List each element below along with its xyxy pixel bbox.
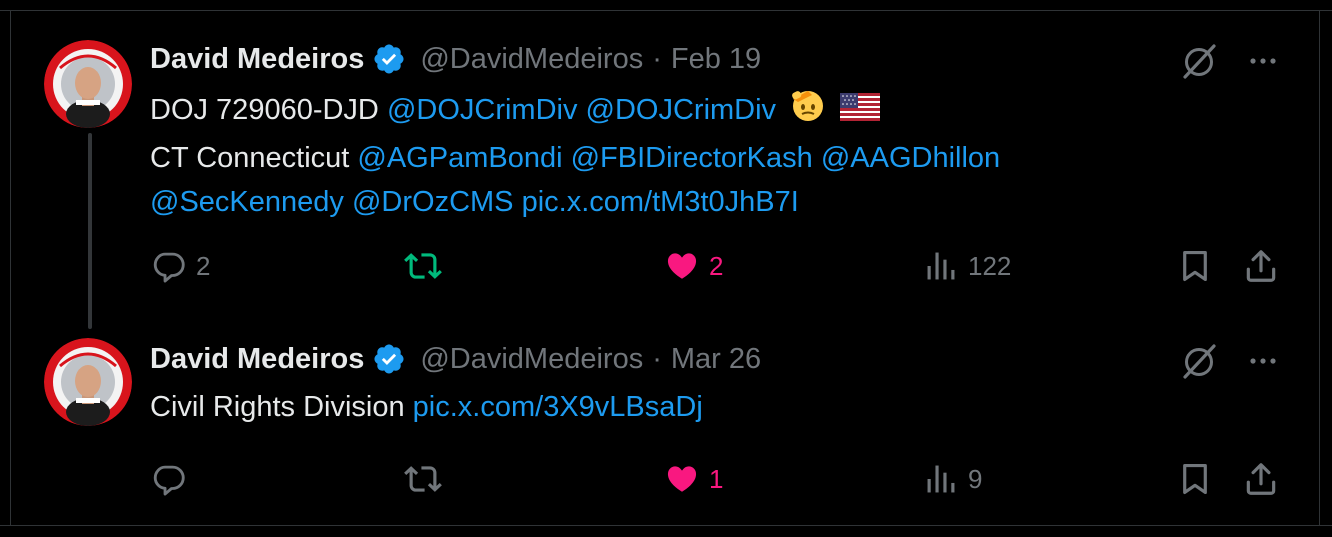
verified-badge-icon[interactable] xyxy=(372,42,406,76)
reply-icon xyxy=(150,247,188,285)
tweet-text: DOJ 729060-DJD @DOJCrimDiv @DOJCrimDiv C… xyxy=(150,87,1270,224)
share-button[interactable] xyxy=(1242,459,1280,499)
border-right xyxy=(1319,10,1320,526)
repost-button[interactable] xyxy=(404,246,450,286)
us-flag-emoji xyxy=(840,90,881,134)
action-bar: 1 9 xyxy=(150,459,1276,499)
text-segment xyxy=(577,94,585,126)
text-segment xyxy=(344,186,352,218)
author-name[interactable]: David Medeiros xyxy=(150,43,364,76)
reply-icon xyxy=(150,460,188,498)
reply-button[interactable]: 2 xyxy=(150,246,210,286)
text-segment: Civil Rights Division xyxy=(150,391,413,423)
views-count: 9 xyxy=(968,463,983,494)
mention-link[interactable]: @DOJCrimDiv xyxy=(387,94,578,126)
mention-link[interactable]: @FBIDirectorKash xyxy=(571,142,813,174)
timestamp[interactable]: Feb 19 xyxy=(671,43,761,76)
text-segment: DOJ 729060-DJD xyxy=(150,94,387,127)
repost-icon xyxy=(404,460,442,498)
bookmark-icon xyxy=(1176,247,1214,285)
media-link[interactable]: pic.x.com/tM3t0JhB7I xyxy=(522,186,799,218)
tweet-line: @SecKennedy @DrOzCMS pic.x.com/tM3t0JhB7… xyxy=(150,180,1270,224)
views-icon xyxy=(922,247,960,285)
views-icon xyxy=(922,460,960,498)
like-button[interactable]: 1 xyxy=(663,459,723,499)
repost-button[interactable] xyxy=(404,459,450,499)
share-button[interactable] xyxy=(1242,246,1280,286)
thread-connector xyxy=(88,133,92,329)
mention-link[interactable]: @AGPamBondi xyxy=(357,142,562,174)
like-icon xyxy=(663,247,701,285)
share-icon xyxy=(1242,460,1280,498)
text-segment xyxy=(563,142,571,174)
avatar[interactable] xyxy=(44,40,132,128)
bookmark-icon xyxy=(1176,460,1214,498)
action-bar: 2 2 122 xyxy=(150,246,1276,286)
media-link[interactable]: pic.x.com/3X9vLBsaDj xyxy=(413,391,703,423)
border-bottom xyxy=(0,525,1332,526)
views-button[interactable]: 122 xyxy=(922,246,1011,286)
tweet-text: Civil Rights Division pic.x.com/3X9vLBsa… xyxy=(150,385,1270,429)
views-button[interactable]: 9 xyxy=(922,459,982,499)
author-handle[interactable]: @DavidMedeiros xyxy=(420,43,643,76)
bookmark-button[interactable] xyxy=(1176,459,1214,499)
author-name[interactable]: David Medeiros xyxy=(150,343,364,376)
more-icon[interactable] xyxy=(1245,43,1281,79)
like-count: 2 xyxy=(709,250,724,281)
tweet-line: Civil Rights Division pic.x.com/3X9vLBsa… xyxy=(150,385,1270,429)
timestamp[interactable]: Mar 26 xyxy=(671,343,761,376)
bookmark-button[interactable] xyxy=(1176,246,1214,286)
separator: · xyxy=(652,342,662,375)
author-handle[interactable]: @DavidMedeiros xyxy=(420,343,643,376)
text-segment xyxy=(813,142,821,174)
text-segment: CT Connecticut xyxy=(150,142,358,174)
mention-link[interactable]: @SecKennedy xyxy=(150,186,344,218)
text-segment xyxy=(514,186,522,218)
reply-count: 2 xyxy=(196,250,211,281)
reply-button[interactable] xyxy=(150,459,196,499)
verified-badge-icon[interactable] xyxy=(372,342,406,376)
mention-link[interactable]: @DOJCrimDiv xyxy=(586,94,777,126)
like-icon xyxy=(663,460,701,498)
tweet[interactable]: David Medeiros @DavidMedeiros · Feb 19 D… xyxy=(11,11,1319,329)
avatar[interactable] xyxy=(44,338,132,426)
tweet[interactable]: David Medeiros @DavidMedeiros · Mar 26 C… xyxy=(11,329,1319,525)
like-button[interactable]: 2 xyxy=(663,246,723,286)
repost-icon xyxy=(404,247,442,285)
separator: · xyxy=(652,42,662,75)
grok-icon[interactable] xyxy=(1179,341,1219,381)
mention-link[interactable]: @AAGDhillon xyxy=(821,142,1000,174)
more-icon[interactable] xyxy=(1245,343,1281,379)
views-count: 122 xyxy=(968,250,1012,281)
share-icon xyxy=(1242,247,1280,285)
mention-link[interactable]: @DrOzCMS xyxy=(352,186,514,218)
saluting-face-emoji xyxy=(790,87,826,136)
like-count: 1 xyxy=(709,463,724,494)
tweet-line: DOJ 729060-DJD @DOJCrimDiv @DOJCrimDiv xyxy=(150,87,1270,136)
tweet-line: CT Connecticut @AGPamBondi @FBIDirectorK… xyxy=(150,136,1270,180)
grok-icon[interactable] xyxy=(1179,41,1219,81)
